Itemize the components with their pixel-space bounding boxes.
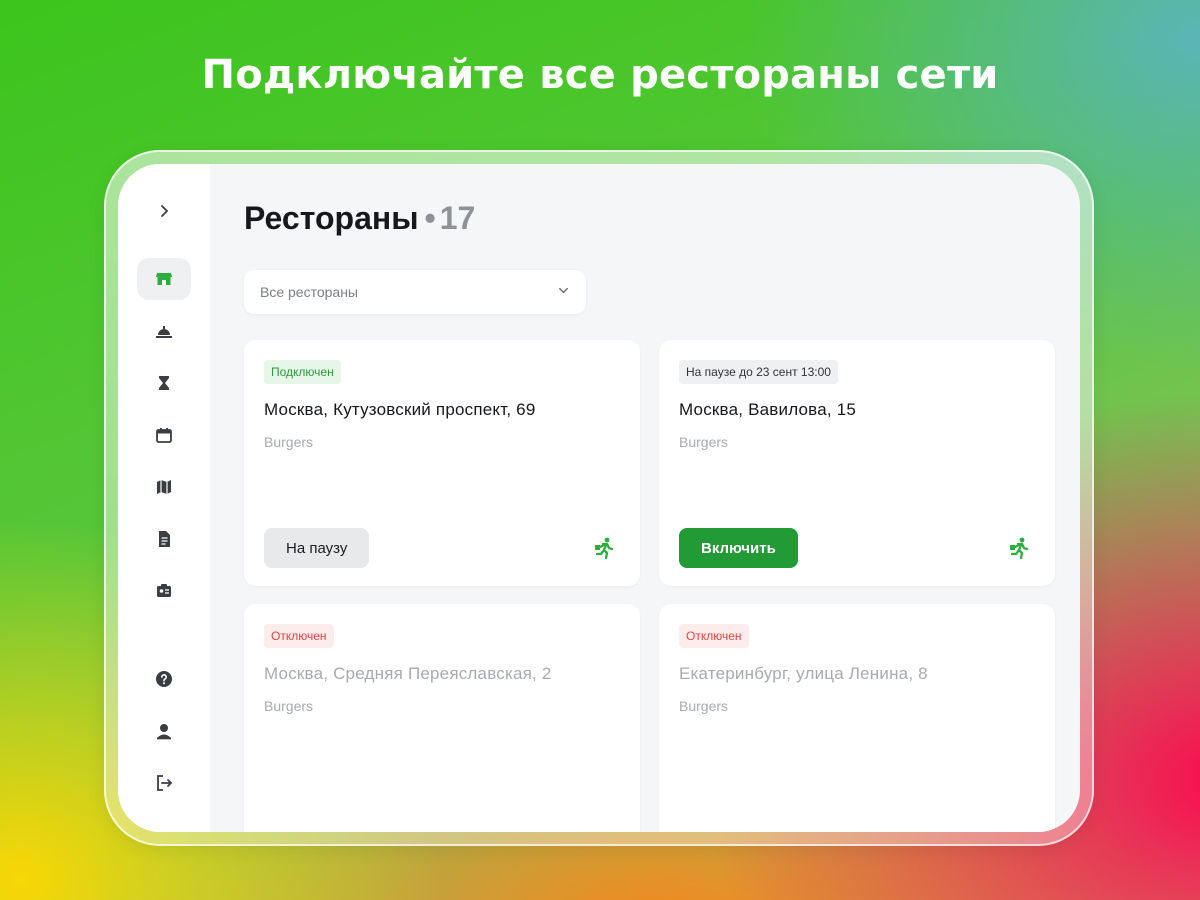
restaurant-category: Burgers	[679, 698, 729, 714]
map-icon	[157, 480, 171, 494]
running-courier-icon	[1010, 537, 1029, 560]
sidebar-item-zones[interactable]	[137, 466, 191, 508]
page-title-text: Рестораны	[244, 200, 419, 236]
restaurant-filter-select[interactable]: Все рестораны	[244, 270, 586, 314]
store-icon	[156, 273, 172, 285]
logout-icon	[157, 775, 173, 791]
chevron-right-icon	[161, 205, 169, 217]
filter-value: Все рестораны	[260, 284, 358, 300]
help-icon	[156, 671, 172, 687]
restaurant-card[interactable]: На паузе до 23 сент 13:00 Москва, Вавило…	[659, 340, 1055, 586]
restaurant-address: Москва, Средняя Переяславская, 2	[264, 664, 552, 683]
id-card-icon	[157, 584, 171, 597]
service-bell-icon	[156, 326, 172, 338]
sidebar-item-profile[interactable]	[137, 710, 191, 752]
sidebar-item-logout[interactable]	[137, 762, 191, 804]
restaurant-count: 17	[439, 200, 476, 236]
restaurant-card[interactable]: Подключен Москва, Кутузовский проспект, …	[244, 340, 640, 586]
restaurant-address: Екатеринбург, улица Ленина, 8	[679, 664, 928, 683]
hourglass-icon	[159, 376, 169, 390]
expand-sidebar-button[interactable]	[137, 190, 191, 232]
sidebar-item-orders[interactable]	[137, 310, 191, 352]
restaurant-category: Burgers	[679, 434, 729, 450]
promo-headline: Подключайте все рестораны сети	[201, 52, 999, 98]
restaurant-address: Москва, Вавилова, 15	[679, 400, 857, 419]
main-content: Рестораны • 17 Все рестораны Подключен Мос…	[210, 164, 1080, 832]
sidebar-item-documents[interactable]	[137, 570, 191, 612]
sidebar-item-reports[interactable]	[137, 518, 191, 560]
restaurant-category: Burgers	[264, 698, 314, 714]
status-badge: Отключен	[264, 624, 334, 648]
restaurant-card[interactable]: Отключен Екатеринбург, улица Ленина, 8 B…	[659, 604, 1055, 832]
enable-button[interactable]: Включить	[679, 528, 798, 568]
running-courier-icon	[595, 537, 614, 560]
pause-button[interactable]: На паузу	[264, 528, 370, 568]
status-badge: На паузе до 23 сент 13:00	[679, 360, 838, 384]
document-icon	[159, 531, 170, 547]
sidebar	[118, 164, 210, 832]
restaurant-category: Burgers	[264, 434, 314, 450]
restaurant-card[interactable]: Отключен Москва, Средняя Переяславская, …	[244, 604, 640, 832]
sidebar-item-restaurants[interactable]	[137, 258, 191, 300]
calendar-icon	[156, 428, 172, 443]
title-separator: •	[424, 200, 436, 236]
status-badge: Подключен	[264, 360, 341, 384]
app-screen: Рестораны • 17 Все рестораны Подключен Мос…	[118, 164, 1080, 832]
chevron-down-icon	[557, 284, 570, 300]
sidebar-item-schedule[interactable]	[137, 414, 191, 456]
status-badge: Отключен	[679, 624, 749, 648]
tablet-frame: Рестораны • 17 Все рестораны Подключен Мос…	[104, 150, 1094, 846]
sidebar-item-help[interactable]	[137, 658, 191, 700]
sidebar-item-timing[interactable]	[137, 362, 191, 404]
page-title: Рестораны • 17	[244, 200, 475, 237]
profile-icon	[157, 724, 171, 740]
restaurant-address: Москва, Кутузовский проспект, 69	[264, 400, 536, 419]
